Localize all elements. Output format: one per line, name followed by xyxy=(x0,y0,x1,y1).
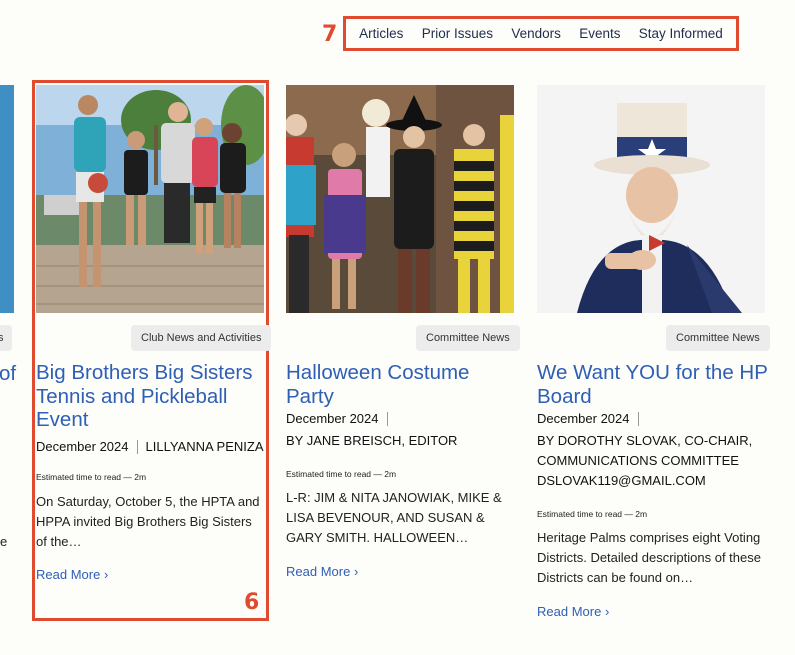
article-card-3-read-more[interactable]: Read More › xyxy=(537,604,609,619)
article-card-3-title[interactable]: We Want YOU for the HP Board xyxy=(537,361,777,408)
uncle-sam-image xyxy=(537,85,765,313)
article-card-1-image[interactable] xyxy=(36,85,264,313)
article-card-1-date: December 2024 xyxy=(36,439,129,454)
article-card-1-title[interactable]: Big Brothers Big Sisters Tennis and Pick… xyxy=(36,361,264,432)
article-card-1-read-more[interactable]: Read More › xyxy=(36,567,108,582)
article-card-3-read-time: Estimated time to read — 2m xyxy=(537,509,648,519)
meta-separator xyxy=(386,411,388,426)
nav-articles[interactable]: Articles xyxy=(359,26,403,41)
article-card-1-read-time: Estimated time to read — 2m xyxy=(36,472,147,482)
article-card-2-date: December 2024 xyxy=(286,411,379,426)
article-card-1-meta: December 2024 LILLYANNA PENIZA xyxy=(36,439,264,454)
tennis-group-photo xyxy=(36,85,264,313)
partial-card-badge[interactable]: s xyxy=(0,325,12,351)
read-more-label: Read More xyxy=(286,564,351,579)
read-more-label: Read More xyxy=(537,604,602,619)
article-card-3-excerpt: Heritage Palms comprises eight Voting Di… xyxy=(537,530,761,585)
article-card-2-read-time: Estimated time to read — 2m xyxy=(286,469,397,479)
chevron-right-icon: › xyxy=(103,567,109,582)
partial-card-image[interactable] xyxy=(0,85,14,313)
read-more-label: Read More xyxy=(36,567,101,582)
annotation-marker-6: 6 xyxy=(244,590,260,615)
article-card-2-excerpt: L-R: JIM & NITA JANOWIAK, MIKE & LISA BE… xyxy=(286,490,502,545)
chevron-right-icon: › xyxy=(604,604,610,619)
annotation-marker-7: 7 xyxy=(322,22,338,47)
article-card-2-read-more[interactable]: Read More › xyxy=(286,564,358,579)
article-card-2-image[interactable] xyxy=(286,85,514,313)
article-card-1-badge[interactable]: Club News and Activities xyxy=(131,325,272,351)
article-card-3-image[interactable] xyxy=(537,85,765,313)
article-card-2-title[interactable]: Halloween Costume Party xyxy=(286,361,514,408)
nav-events[interactable]: Events xyxy=(579,26,620,41)
nav-vendors[interactable]: Vendors xyxy=(511,26,561,41)
article-card-3-meta: December 2024 xyxy=(537,411,647,426)
partial-card-title[interactable]: of xyxy=(0,362,16,386)
article-card-2-author: BY JANE BREISCH, EDITOR xyxy=(286,433,458,448)
article-card-2-badge[interactable]: Committee News xyxy=(416,325,520,351)
chevron-right-icon: › xyxy=(353,564,359,579)
article-card-2-meta: December 2024 xyxy=(286,411,396,426)
article-card-1-author: LILLYANNA PENIZA xyxy=(145,439,264,454)
article-card-1-excerpt: On Saturday, October 5, the HPTA and HPP… xyxy=(36,494,260,549)
halloween-party-photo xyxy=(286,85,514,313)
partial-card-excerpt: e xyxy=(0,534,8,549)
nav-prior-issues[interactable]: Prior Issues xyxy=(422,26,493,41)
meta-separator xyxy=(637,411,639,426)
article-card-3-date: December 2024 xyxy=(537,411,630,426)
meta-separator xyxy=(136,439,138,454)
article-card-3-badge[interactable]: Committee News xyxy=(666,325,770,351)
top-nav: Articles Prior Issues Vendors Events Sta… xyxy=(343,16,739,51)
article-card-3-author: BY DOROTHY SLOVAK, CO-CHAIR, COMMUNICATI… xyxy=(537,433,753,488)
nav-stay-informed[interactable]: Stay Informed xyxy=(639,26,723,41)
